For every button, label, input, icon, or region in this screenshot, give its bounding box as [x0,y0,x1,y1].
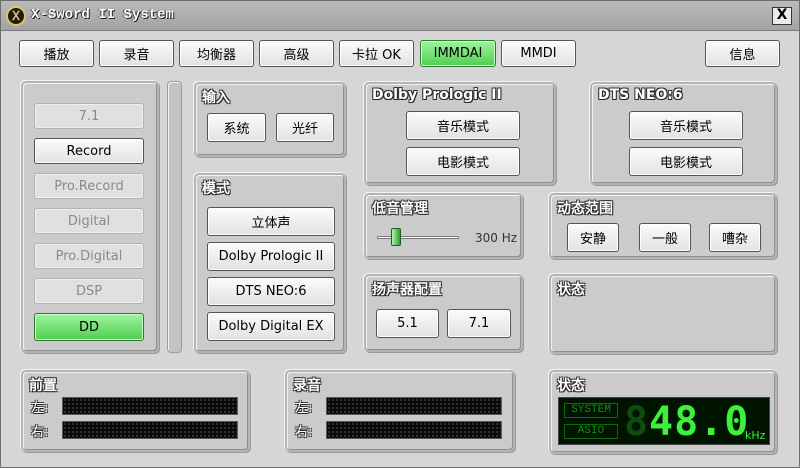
main-window: Ⅹ X-Sword II System X 播放 录音 均衡器 高级 卡拉 OK… [0,0,800,468]
output-digital-button[interactable]: Digital [34,208,144,234]
input-system-button[interactable]: 系统 [207,113,266,142]
record-right-meter [326,421,502,439]
record-right-label: 右: [295,425,313,440]
sample-rate-unit: kHz [745,429,766,442]
record-left-label: 左: [295,401,313,416]
front-title: 前置 [29,378,57,394]
dts-title: DTS NEO:6 [598,87,683,103]
dynamic-title: 动态范围 [557,201,613,217]
output-record-button[interactable]: Record [34,138,144,164]
tab-mmdi[interactable]: MMDI [501,40,576,67]
output-7-1-button[interactable]: 7.1 [34,103,144,129]
dynamic-quiet-button[interactable]: 安静 [567,223,619,252]
bass-slider-thumb[interactable] [391,228,402,246]
tab-record[interactable]: 录音 [99,40,174,67]
mode-dolby-digital-ex-button[interactable]: Dolby Digital EX [207,312,335,341]
front-left-meter [62,397,238,415]
mode-dolby-prologic-button[interactable]: Dolby Prologic II [207,242,335,271]
app-logo-icon: Ⅹ [6,6,26,26]
bass-title: 低音管理 [372,201,428,217]
record-left-meter [326,397,502,415]
window-title: X-Sword II System [31,7,174,23]
front-right-meter [62,421,238,439]
tab-playback[interactable]: 播放 [19,40,94,67]
tab-equalizer[interactable]: 均衡器 [179,40,254,67]
output-pro-digital-button[interactable]: Pro.Digital [34,243,144,269]
tab-karaoke[interactable]: 卡拉 OK [339,40,414,67]
tab-immdai[interactable]: IMMDAI [420,40,496,67]
sample-rate-display: SYSTEM ASIO 8 48.0 kHz [558,397,770,445]
lcd-inactive-digit: 8 [624,399,649,445]
status-title: 状态 [557,378,585,394]
sample-rate-value: 48.0 [649,399,750,445]
front-right-label: 右: [31,425,49,440]
bass-management-panel: 低音管理 [364,193,523,259]
front-left-label: 左: [31,401,49,416]
dolby-movie-mode-button[interactable]: 电影模式 [406,147,520,176]
system-tag: SYSTEM [564,403,618,418]
tab-advanced[interactable]: 高级 [259,40,334,67]
info-button[interactable]: 信息 [705,40,780,67]
dynamic-noisy-button[interactable]: 嘈杂 [709,223,761,252]
record-title: 录音 [293,378,321,394]
dts-movie-mode-button[interactable]: 电影模式 [629,147,743,176]
speaker-title: 扬声器配置 [372,282,442,298]
output-dsp-button[interactable]: DSP [34,278,144,304]
dynamic-normal-button[interactable]: 一般 [639,223,691,252]
input-optical-button[interactable]: 光纤 [276,113,334,142]
dolby-title: Dolby Prologic II [372,87,502,103]
bass-frequency-value: 300 Hz [475,231,518,245]
speaker-5-1-button[interactable]: 5.1 [376,309,439,338]
input-title: 输入 [202,90,230,106]
dts-music-mode-button[interactable]: 音乐模式 [629,111,743,140]
mode-dts-neo-button[interactable]: DTS NEO:6 [207,277,335,306]
vertical-divider [167,81,182,353]
speaker-7-1-button[interactable]: 7.1 [447,309,511,338]
mode-stereo-button[interactable]: 立体声 [207,207,335,236]
status-info-panel: 状态 [549,274,777,354]
title-bar[interactable]: Ⅹ X-Sword II System X [1,1,799,31]
status-info-title: 状态 [557,282,585,298]
mode-title: 模式 [202,181,230,197]
asio-tag: ASIO [564,424,618,439]
output-dd-button[interactable]: DD [34,313,144,341]
dolby-music-mode-button[interactable]: 音乐模式 [406,111,520,140]
bass-slider-track[interactable] [377,236,459,239]
close-button[interactable]: X [772,7,792,25]
output-pro-record-button[interactable]: Pro.Record [34,173,144,199]
